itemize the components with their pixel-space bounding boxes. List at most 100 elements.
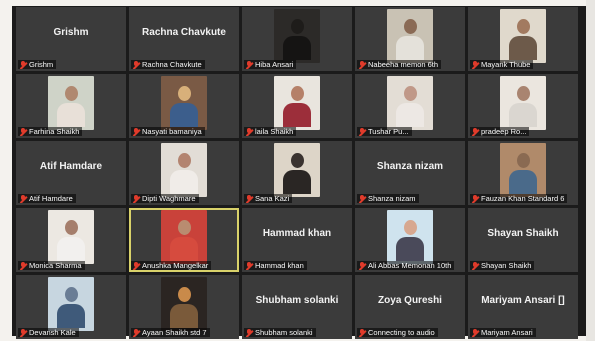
participant-body [283,103,311,127]
participant-face [64,287,78,302]
participant-name-text: Devansh Kale [29,328,76,337]
participant-video [274,143,320,197]
muted-mic-icon [472,328,478,337]
participant-name-text: Mayank Thube [481,60,531,69]
participant-tile[interactable]: laila Shaikh [242,74,352,138]
participant-body [283,170,311,194]
participant-tile[interactable]: Nabeeha memon 6th [355,7,465,71]
participant-name-text: pradeep Ro... [481,127,527,136]
participant-video [48,76,94,130]
participant-name-label: Fauzan Khan Standard 6 [470,194,568,203]
participant-tile[interactable]: Mariyam Ansari [] Mariyam Ansari [468,275,578,339]
participant-tile[interactable]: Anushka Mangelkar [129,208,239,272]
participant-video [48,210,94,264]
participant-name-text: Hiba Ansari [255,60,294,69]
muted-mic-icon [359,328,365,337]
participant-tile[interactable]: pradeep Ro... [468,74,578,138]
participant-video [387,9,433,63]
participant-name-text: Connecting to audio [368,328,435,337]
participant-body [57,304,85,328]
participant-tile[interactable]: Shubham solanki Shubham solanki [242,275,352,339]
participant-name-text: Grishm [29,60,54,69]
participant-body [396,36,424,60]
participant-tile[interactable]: Shanza nizam Shanza nizam [355,141,465,205]
muted-mic-icon [20,328,26,337]
participant-name-text: Shayan Shaikh [481,261,532,270]
participant-face [290,19,304,34]
participant-name-label: Grishm [18,60,57,69]
participant-tile[interactable]: Hammad khan Hammad khan [242,208,352,272]
participant-name-label: Atif Hamdare [18,194,76,203]
muted-mic-icon [472,60,478,69]
participant-name-label: Sana Kazi [244,194,293,203]
participant-tile[interactable]: Sana Kazi [242,141,352,205]
participant-name-text: Mariyam Ansari [481,328,533,337]
participant-tile[interactable]: Dipti Waghmare [129,141,239,205]
participant-body [170,304,198,328]
muted-mic-icon [246,194,252,203]
participant-tile[interactable]: Tushar Pu... [355,74,465,138]
participant-tile[interactable]: Atif Hamdare Atif Hamdare [16,141,126,205]
muted-mic-icon [20,60,26,69]
participant-tile[interactable]: Hiba Ansari [242,7,352,71]
participant-display-name: Grishm [53,27,89,38]
participant-name-label: Connecting to audio [357,328,438,337]
participant-body [509,170,537,194]
participant-tile[interactable]: Ayaan Shaikh std 7 [129,275,239,339]
participant-video [387,76,433,130]
participant-face [290,153,304,168]
participant-display-name: Atif Hamdare [39,161,103,172]
participant-face [516,86,530,101]
participant-name-text: Atif Hamdare [29,194,73,203]
participant-name-text: Ayaan Shaikh std 7 [142,328,207,337]
participant-video [161,76,207,130]
participant-video [161,143,207,197]
participant-name-label: Shubham solanki [244,328,316,337]
muted-mic-icon [133,60,139,69]
participant-tile[interactable]: Farhina Shaikh [16,74,126,138]
participant-name-label: Mayank Thube [470,60,534,69]
participant-tile[interactable]: Monica Sharma [16,208,126,272]
participant-display-name: Mariyam Ansari [] [481,295,565,306]
participant-name-text: Farhina Shaikh [29,127,80,136]
participant-body [170,237,198,261]
participant-tile[interactable]: Zoya Qureshi Connecting to audio [355,275,465,339]
muted-mic-icon [359,60,365,69]
participant-video [274,76,320,130]
participant-tile[interactable]: Mayank Thube [468,7,578,71]
participant-name-text: Dipti Waghmare [142,194,196,203]
participant-name-label: Devansh Kale [18,328,79,337]
participant-tile[interactable]: Rachna Chavkute Rachna Chavkute [129,7,239,71]
participant-video [500,76,546,130]
participant-tile[interactable]: Grishm Grishm [16,7,126,71]
participant-name-text: Sana Kazi [255,194,290,203]
muted-mic-icon [20,127,26,136]
participant-grid: Grishm Grishm Rachna Chavkute Rachna Chavku… [12,6,586,339]
participant-face [64,86,78,101]
muted-mic-icon [472,261,478,270]
page-edge [586,0,595,341]
participant-video [500,143,546,197]
participant-name-text: Rachna Chavkute [142,60,202,69]
participant-tile[interactable]: Ali Abbas Memonan 10th [355,208,465,272]
participant-face [403,19,417,34]
participant-name-label: Monica Sharma [18,261,85,270]
participant-face [177,153,191,168]
participant-tile[interactable]: Devansh Kale [16,275,126,339]
participant-name-label: Shayan Shaikh [470,261,535,270]
participant-display-name: Shayan Shaikh [487,228,559,239]
participant-video [387,210,433,264]
participant-tile[interactable]: Nasyati bamaniya [129,74,239,138]
zoom-gallery-screen: Grishm Grishm Rachna Chavkute Rachna Chavku… [12,6,586,339]
muted-mic-icon [246,261,252,270]
participant-tile[interactable]: Shayan Shaikh Shayan Shaikh [468,208,578,272]
participant-display-name: Rachna Chavkute [142,27,226,38]
participant-video [500,9,546,63]
participant-face [64,220,78,235]
participant-name-label: Dipti Waghmare [131,194,199,203]
participant-name-label: Hammad khan [244,261,307,270]
participant-display-name: Shubham solanki [255,295,339,306]
participant-name-text: Monica Sharma [29,261,82,270]
participant-tile[interactable]: Fauzan Khan Standard 6 [468,141,578,205]
participant-name-label: Rachna Chavkute [131,60,205,69]
